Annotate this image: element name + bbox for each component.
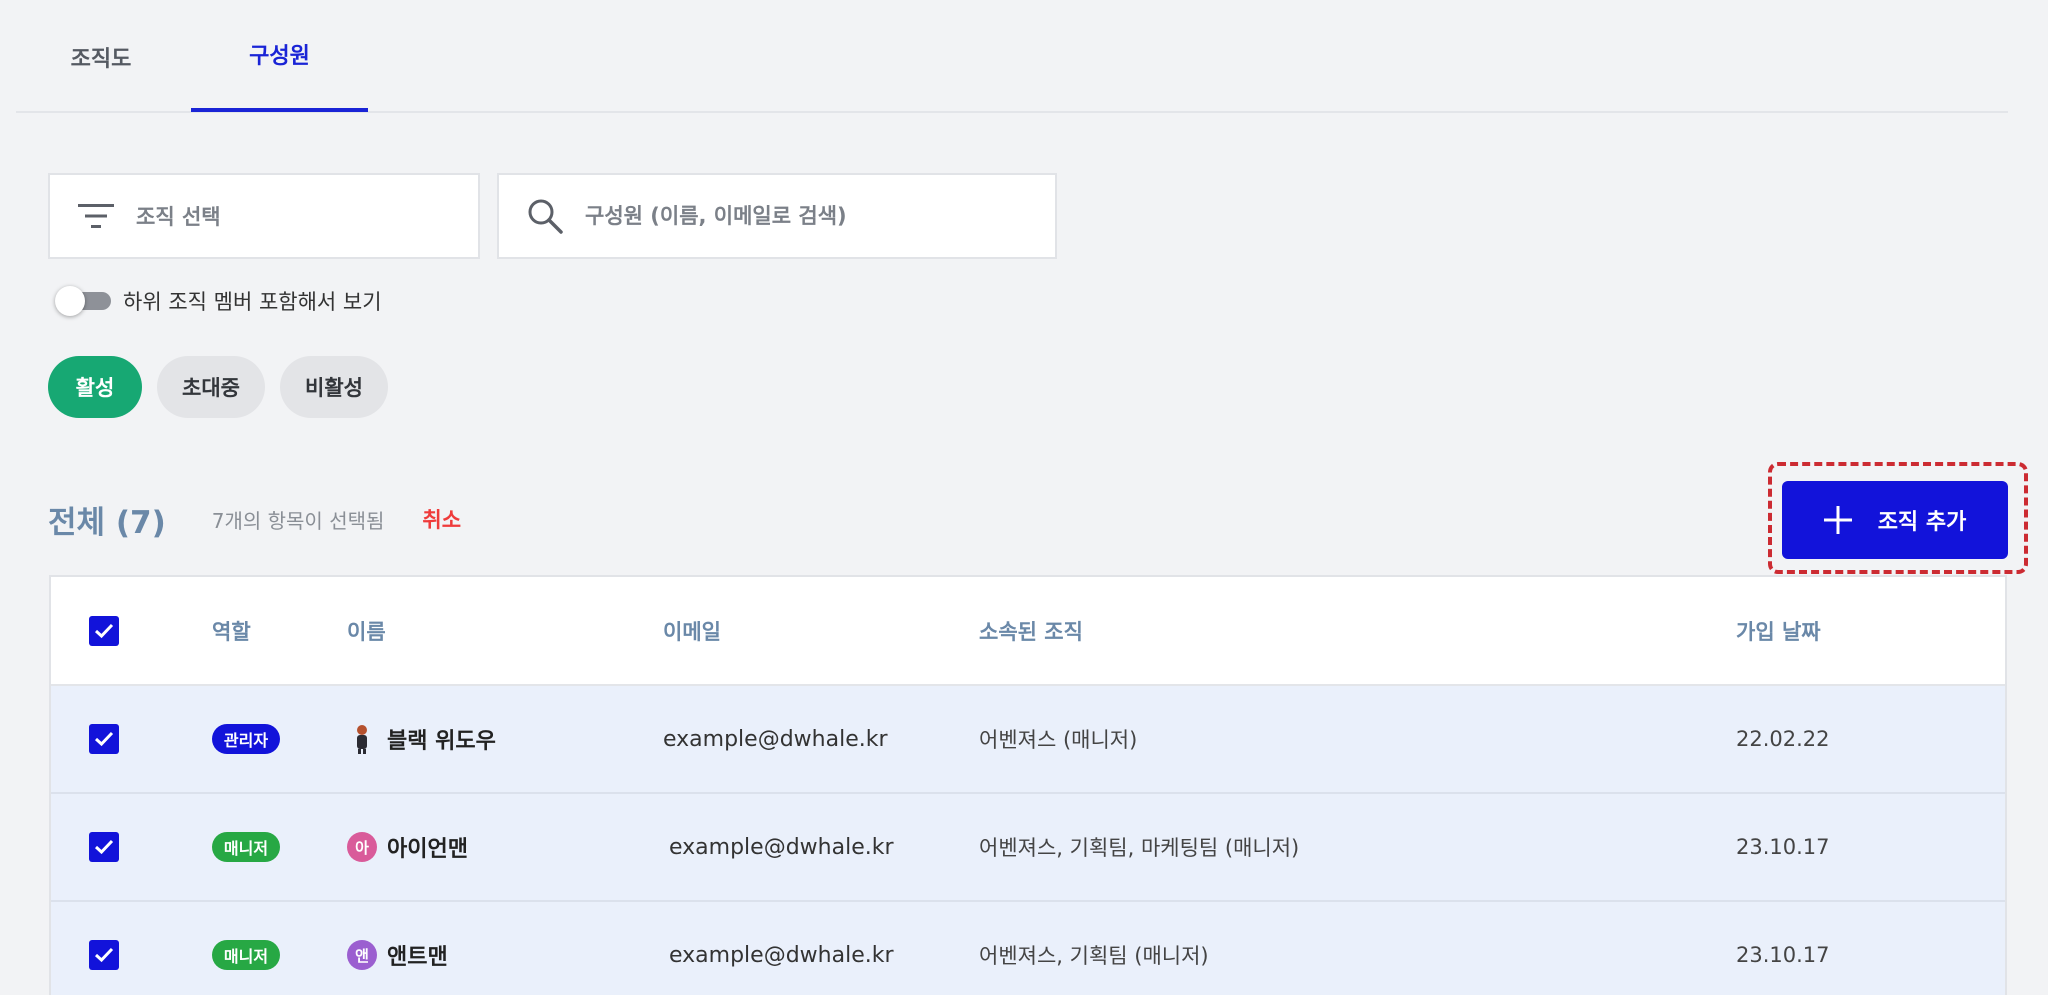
table-row[interactable]: 매니저 아 아이언맨 example@dwhale.kr 어벤져스, 기획팀, …	[51, 794, 2005, 902]
status-filter-inactive[interactable]: 비활성	[280, 356, 388, 418]
row-checkbox[interactable]	[89, 940, 119, 970]
avatar	[347, 724, 377, 754]
filter-icon	[76, 196, 116, 236]
table-header: 역할 이름 이메일 소속된 조직 가입 날짜	[51, 577, 2005, 686]
member-name: 아이언맨	[387, 837, 468, 862]
search-icon	[525, 196, 565, 236]
member-email: example@dwhale.kr	[663, 726, 888, 752]
member-org: 어벤져스, 기획팀 (매니저)	[979, 944, 1209, 968]
total-count: 전체 (7)	[48, 504, 166, 541]
member-join-date: 23.10.17	[1736, 835, 1830, 859]
check-icon	[94, 623, 114, 638]
name-cell: 앤 앤트맨	[347, 902, 448, 995]
member-name: 앤트맨	[387, 945, 448, 970]
tab-bar: 조직도 구성원	[16, 0, 2008, 113]
table-row[interactable]: 매니저 앤 앤트맨 example@dwhale.kr 어벤져스, 기획팀 (매…	[51, 902, 2005, 995]
header-org[interactable]: 소속된 조직	[979, 577, 1083, 684]
member-org: 어벤져스, 기획팀, 마케팅팀 (매니저)	[979, 836, 1300, 860]
add-org-label: 조직 추가	[1877, 510, 1967, 535]
selection-summary: 전체 (7) 7개의 항목이 선택됨 취소	[48, 494, 461, 544]
name-cell: 아 아이언맨	[347, 794, 468, 900]
header-email[interactable]: 이메일	[663, 577, 721, 684]
role-badge: 매니저	[212, 940, 280, 970]
table-row[interactable]: 관리자 블랙 위도우 example@dwhale.kr 어벤져스 (매니저) …	[51, 686, 2005, 794]
row-checkbox-cell	[89, 686, 119, 792]
check-icon	[94, 731, 114, 747]
check-icon	[94, 839, 114, 855]
row-checkbox[interactable]	[89, 724, 119, 754]
member-search-box	[497, 173, 1057, 259]
role-badge: 매니저	[212, 832, 280, 862]
select-all-checkbox[interactable]	[89, 615, 119, 646]
header-role[interactable]: 역할	[212, 577, 251, 684]
status-filter-invited[interactable]: 초대중	[157, 356, 265, 418]
name-cell: 블랙 위도우	[347, 686, 496, 792]
check-icon	[94, 947, 114, 963]
member-email: example@dwhale.kr	[669, 834, 894, 860]
header-name[interactable]: 이름	[347, 577, 386, 684]
row-checkbox-cell	[89, 902, 119, 995]
member-join-date: 22.02.22	[1736, 727, 1830, 751]
member-email: example@dwhale.kr	[669, 942, 894, 968]
toggle-knob	[55, 286, 85, 316]
role-badge: 관리자	[212, 724, 280, 754]
member-name: 블랙 위도우	[387, 729, 496, 754]
row-checkbox[interactable]	[89, 832, 119, 862]
role-cell: 매니저	[212, 902, 280, 995]
include-sub-org-toggle[interactable]	[55, 285, 113, 317]
org-select-placeholder: 조직 선택	[136, 205, 221, 229]
header-join-date[interactable]: 가입 날짜	[1736, 577, 1821, 684]
avatar: 아	[347, 832, 377, 862]
tab-members[interactable]: 구성원	[191, 0, 368, 112]
role-cell: 매니저	[212, 794, 280, 900]
tab-org-chart[interactable]: 조직도	[16, 0, 186, 113]
selected-count-text: 7개의 항목이 선택됨	[211, 508, 385, 533]
member-join-date: 23.10.17	[1736, 943, 1830, 967]
member-org: 어벤져스 (매니저)	[979, 728, 1138, 752]
plus-icon	[1823, 506, 1852, 534]
add-org-button[interactable]: 조직 추가	[1782, 481, 2008, 559]
include-sub-org-label: 하위 조직 멤버 포함해서 보기	[123, 290, 382, 314]
cancel-selection-button[interactable]: 취소	[422, 504, 461, 534]
status-filter-active[interactable]: 활성	[48, 356, 142, 418]
role-cell: 관리자	[212, 686, 280, 792]
org-select[interactable]: 조직 선택	[48, 173, 480, 259]
header-checkbox-cell	[89, 577, 119, 684]
member-search-input[interactable]	[585, 204, 1039, 228]
row-checkbox-cell	[89, 794, 119, 900]
include-sub-org-toggle-row: 하위 조직 멤버 포함해서 보기	[55, 285, 382, 317]
members-table: 역할 이름 이메일 소속된 조직 가입 날짜 관리자 블랙 위도우 exampl…	[49, 575, 2007, 995]
avatar: 앤	[347, 940, 377, 970]
